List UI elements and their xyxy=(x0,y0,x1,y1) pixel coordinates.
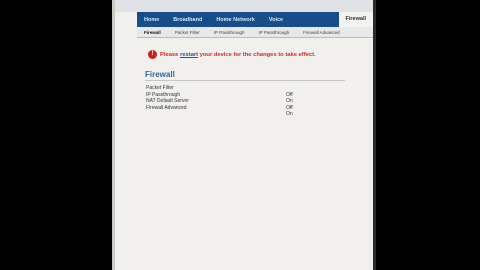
settings-list: Packet Filter IP Passthrough Off NAT Def… xyxy=(146,85,336,118)
sub-nav-tabs: Firewall Packet Filter IP Passthrough IP… xyxy=(137,27,373,38)
setting-value: On xyxy=(286,111,293,118)
setting-label: IP Passthrough xyxy=(146,91,181,98)
browser-screen: Home Broadband Home Network Voice Firewa… xyxy=(115,0,373,270)
restart-link[interactable]: restart xyxy=(180,52,198,58)
subtab-firewall[interactable]: Firewall xyxy=(137,30,168,35)
notice-prefix: Please xyxy=(160,51,180,58)
tab-voice[interactable]: Voice xyxy=(262,17,290,23)
setting-label: NAT Default Server xyxy=(146,98,189,105)
setting-label: Firewall Advanced xyxy=(146,104,187,111)
restart-notice: ! Please restart your device for the cha… xyxy=(148,50,316,59)
browser-top-bar xyxy=(115,0,373,12)
notice-text: Please restart your device for the chang… xyxy=(160,52,316,58)
setting-label: Packet Filter xyxy=(146,85,174,92)
section-divider xyxy=(145,80,345,81)
setting-value: Off xyxy=(286,104,293,111)
subtab-ip-passthrough-1[interactable]: IP Passthrough xyxy=(207,30,252,35)
subtab-ip-passthrough-2[interactable]: IP Passthrough xyxy=(251,30,296,35)
monitor-bezel-right xyxy=(373,0,376,270)
setting-value: Off xyxy=(286,91,293,98)
subtab-packet-filter[interactable]: Packet Filter xyxy=(168,30,207,35)
settings-row: On xyxy=(146,111,336,118)
tab-home[interactable]: Home xyxy=(137,17,166,23)
tab-firewall[interactable]: Firewall xyxy=(338,12,373,27)
setting-value: On xyxy=(286,98,293,105)
tab-home-network[interactable]: Home Network xyxy=(209,17,262,23)
notice-suffix: your device for the changes to take effe… xyxy=(198,51,316,58)
main-nav-tabs: Home Broadband Home Network Voice Firewa… xyxy=(137,12,373,27)
tab-broadband[interactable]: Broadband xyxy=(166,17,209,23)
warning-icon: ! xyxy=(148,50,157,59)
section-title: Firewall xyxy=(145,70,175,79)
subtab-firewall-advanced[interactable]: Firewall Advanced xyxy=(296,30,347,35)
